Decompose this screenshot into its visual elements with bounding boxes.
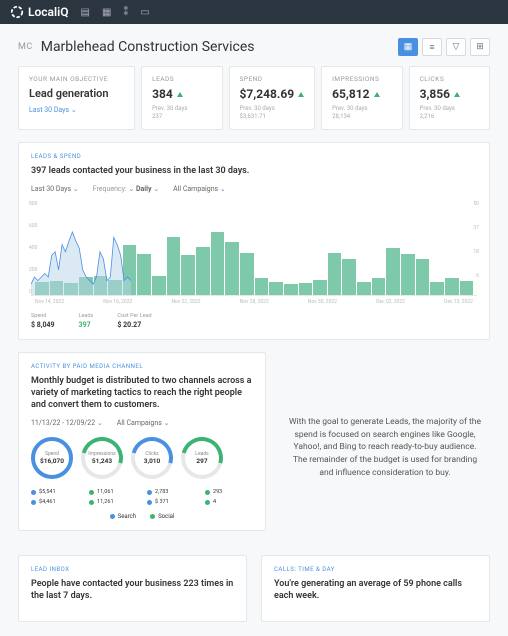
donut-spend: Spend$16,070: [31, 437, 73, 479]
kpi-clicks: CLICKS 3,856 Prev. 30 days2,216: [409, 66, 490, 130]
chart-bar: [269, 282, 283, 296]
chart-bar: [284, 284, 298, 295]
filter-campaigns-2[interactable]: All Campaigns: [117, 419, 170, 427]
trend-up-icon: [454, 92, 460, 97]
kpi-objective: YOUR MAIN OBJECTIVE Lead generation Last…: [18, 66, 135, 130]
chart-bar: [211, 232, 225, 295]
settings-icon[interactable]: ⊞: [470, 38, 490, 56]
chart-bar: [79, 277, 93, 295]
chart-bar: [123, 245, 137, 296]
nav-icon-1[interactable]: ▤: [81, 7, 90, 18]
chart-bar: [430, 282, 444, 296]
donut-clicks: Clicks3,010: [131, 437, 173, 479]
chart-bar: [152, 276, 166, 295]
donut-impressions: Impressions51,243: [81, 437, 123, 479]
chart-bar: [445, 278, 459, 295]
chart-bar: [328, 253, 342, 296]
calls-card: CALLS: TIME & DAY You're generating an a…: [261, 555, 490, 621]
trend-up-icon: [177, 92, 183, 97]
chart-bar: [50, 281, 64, 296]
kpi-row: YOUR MAIN OBJECTIVE Lead generation Last…: [18, 66, 490, 130]
chart-bar: [255, 278, 269, 295]
chart-bar: [460, 281, 474, 296]
kpi-impressions: IMPRESSIONS 65,812 Prev. 30 days28,134: [321, 66, 402, 130]
chart-bar: [167, 237, 181, 296]
chart-bar: [386, 248, 400, 295]
chart-bar: [401, 254, 415, 296]
chart-bar: [313, 280, 327, 296]
nav-icon-2[interactable]: ▦: [102, 7, 111, 18]
nav-icon-3[interactable]: ⁑: [123, 7, 128, 18]
filter-icon[interactable]: ▽: [446, 38, 466, 56]
chart-bar: [181, 255, 195, 296]
donut-leads: Leads297: [181, 437, 223, 479]
nav-icon-4[interactable]: ▭: [140, 7, 149, 18]
trend-up-icon: [374, 92, 380, 97]
kpi-leads: LEADS 384 Prev. 30 days237: [141, 66, 222, 130]
side-description: With the goal to generate Leads, the maj…: [280, 352, 490, 543]
filter-campaigns[interactable]: All Campaigns: [173, 185, 226, 193]
chart-bar: [225, 242, 239, 295]
period-dropdown[interactable]: Last 30 Days: [29, 106, 124, 114]
filter-frequency[interactable]: Frequency: Daily: [93, 185, 159, 193]
chart-bar: [196, 247, 210, 295]
chart-bar: [35, 282, 49, 296]
chart-bar: [299, 283, 313, 295]
chart-bar: [240, 253, 254, 296]
trend-up-icon: [298, 92, 304, 97]
chart-bar: [137, 254, 151, 296]
lead-inbox-card: LEAD INBOX People have contacted your bu…: [18, 555, 247, 621]
chart-bar: [342, 259, 356, 295]
kpi-spend: SPEND $7,248.69 Prev. 30 days$3,631.71: [229, 66, 316, 130]
logo: LocaliQ: [10, 5, 69, 19]
top-nav: LocaliQ ▤ ▦ ⁑ ▭: [0, 0, 508, 24]
top-nav-icons: ▤ ▦ ⁑ ▭: [81, 7, 150, 18]
leads-spend-chart: 80060040020005037186: [31, 201, 477, 296]
chart-bar: [94, 276, 108, 295]
donut-row: Spend$16,070Impressions51,243Clicks3,010…: [31, 437, 253, 479]
page-title: Marblehead Construction Services: [41, 39, 255, 55]
filter-period[interactable]: Last 30 Days: [31, 185, 79, 193]
chart-x-axis: Nov 14, 2022Nov 16, 2022Nov 22, 2022Nov …: [31, 296, 477, 305]
chart-bar: [372, 278, 386, 295]
activity-card: ACTIVITY BY PAID MEDIA CHANNEL Monthly b…: [18, 352, 266, 531]
chart-bar: [108, 280, 122, 296]
filter-daterange[interactable]: 11/13/22 - 12/09/22: [31, 419, 103, 427]
business-prefix: MC: [18, 42, 33, 52]
page-header: MC Marblehead Construction Services ▦ ≡ …: [18, 38, 490, 56]
view-grid-icon[interactable]: ▦: [398, 38, 418, 56]
chart-bar: [416, 259, 430, 295]
chart-bar: [357, 282, 371, 296]
leads-spend-card: LEADS & SPEND 397 leads contacted your b…: [18, 142, 490, 341]
view-list-icon[interactable]: ≡: [422, 38, 442, 56]
chart-bar: [64, 283, 78, 295]
